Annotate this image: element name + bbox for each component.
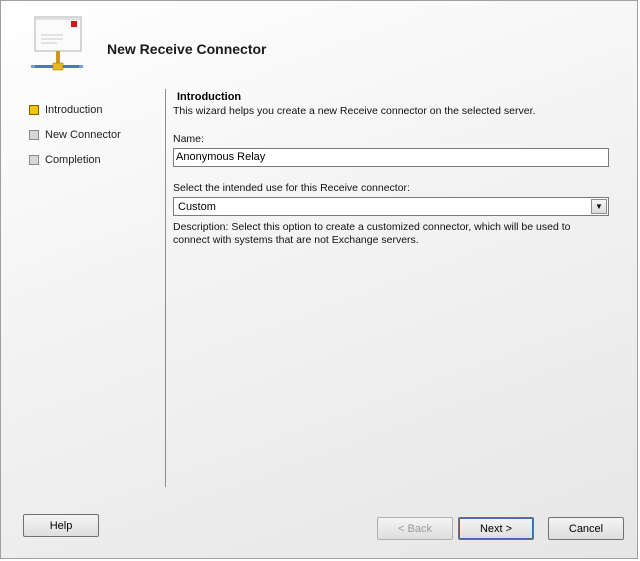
cancel-button[interactable]: Cancel bbox=[548, 517, 624, 540]
pending-step-icon bbox=[29, 129, 39, 140]
name-label: Name: bbox=[173, 133, 204, 145]
step-label: Introduction bbox=[45, 103, 103, 116]
step-label: Completion bbox=[45, 153, 101, 166]
step-introduction[interactable]: Introduction bbox=[29, 97, 159, 122]
back-button[interactable]: < Back bbox=[377, 517, 453, 540]
usage-label: Select the intended use for this Receive… bbox=[173, 182, 410, 194]
section-description: This wizard helps you create a new Recei… bbox=[173, 105, 536, 117]
receive-connector-icon bbox=[31, 16, 83, 71]
wizard-header: New Receive Connector bbox=[1, 1, 637, 85]
usage-select[interactable]: Custom ▼ bbox=[173, 197, 609, 216]
wizard-steps-nav: Introduction New Connector Completion bbox=[29, 97, 159, 172]
usage-description: Description: Select this option to creat… bbox=[173, 221, 571, 246]
step-label: New Connector bbox=[45, 128, 121, 141]
wizard-window: New Receive Connector Introduction New C… bbox=[0, 0, 638, 559]
next-button[interactable]: Next > bbox=[458, 517, 534, 540]
active-step-icon bbox=[29, 104, 39, 115]
step-new-connector[interactable]: New Connector bbox=[29, 122, 159, 147]
wizard-title: New Receive Connector bbox=[107, 41, 267, 57]
name-input[interactable]: Anonymous Relay bbox=[173, 148, 609, 167]
step-completion[interactable]: Completion bbox=[29, 147, 159, 172]
dropdown-arrow-icon[interactable]: ▼ bbox=[591, 199, 607, 214]
wizard-content: Introduction This wizard helps you creat… bbox=[173, 91, 613, 246]
nav-divider bbox=[165, 89, 166, 487]
usage-selected-value: Custom bbox=[178, 200, 216, 213]
pending-step-icon bbox=[29, 154, 39, 165]
help-button[interactable]: Help bbox=[23, 514, 99, 537]
section-title: Introduction bbox=[177, 91, 242, 103]
